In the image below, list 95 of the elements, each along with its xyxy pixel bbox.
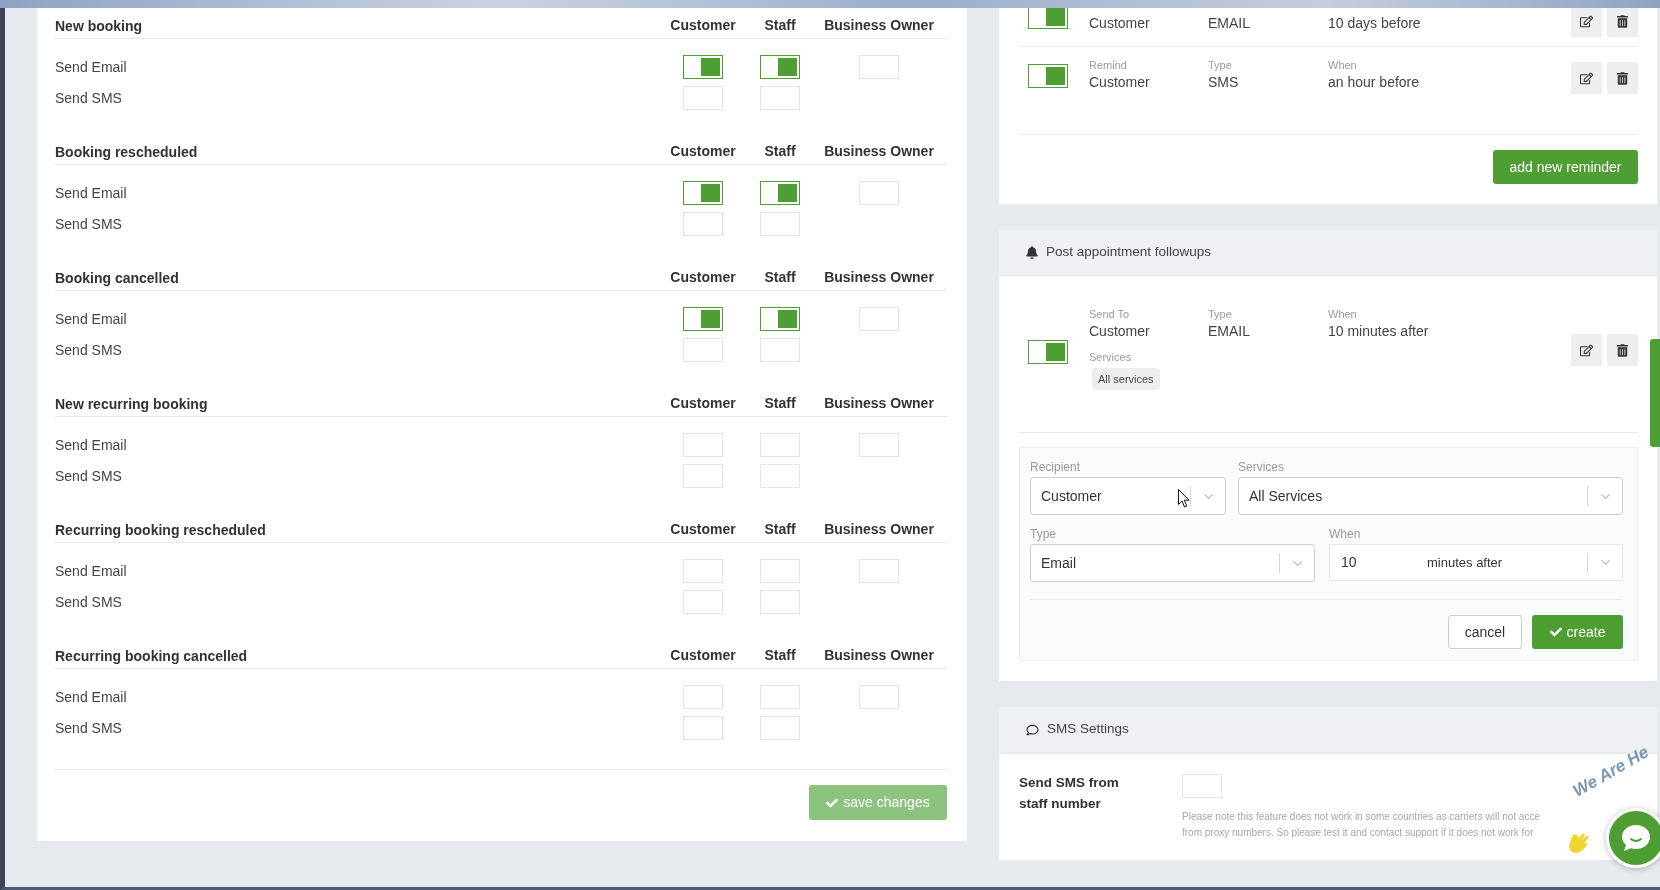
bell-icon: [1026, 246, 1038, 259]
row-label: Send Email: [55, 689, 127, 705]
edit-button[interactable]: [1571, 8, 1602, 37]
delete-button[interactable]: [1607, 8, 1638, 37]
row-label: Send Email: [55, 185, 127, 201]
recipient-select[interactable]: Customer: [1030, 477, 1226, 515]
setting-label: Send SMS from staff number: [1019, 774, 1120, 813]
column-header: Customer: [670, 394, 736, 413]
service-tag: All services: [1092, 368, 1160, 390]
toggle-switch[interactable]: [1028, 8, 1068, 29]
field-label: Recipient: [1030, 460, 1081, 474]
toggle-switch[interactable]: [683, 55, 723, 79]
field-label: When: [1328, 308, 1357, 321]
field-value: 10 minutes after: [1328, 323, 1429, 340]
toggle-switch[interactable]: [760, 307, 800, 331]
row-label: Send Email: [55, 59, 127, 75]
row-label: Send SMS: [55, 468, 122, 484]
edit-icon: [1580, 71, 1593, 85]
column-header: Customer: [670, 520, 736, 539]
column-header: Staff: [764, 142, 796, 161]
column-header: Staff: [764, 646, 796, 665]
delete-button[interactable]: [1607, 334, 1638, 366]
edit-icon: [1580, 14, 1593, 28]
chat-bubble-icon: [1621, 824, 1651, 852]
column-header: Customer: [670, 142, 736, 161]
check-icon: [1549, 626, 1562, 638]
field-value: SMS: [1208, 74, 1239, 91]
column-header: Business Owner: [824, 646, 934, 665]
section-title: Recurring booking cancelled: [55, 647, 248, 664]
delete-button[interactable]: [1607, 62, 1638, 94]
chat-button[interactable]: [1606, 808, 1660, 868]
section-title: Booking cancelled: [55, 269, 179, 286]
field-label: Services: [1238, 460, 1284, 474]
toggle-switch[interactable]: [1028, 340, 1068, 364]
column-header: Business Owner: [824, 268, 934, 287]
column-header: Staff: [764, 16, 796, 35]
field-label: Services: [1089, 351, 1132, 364]
section-title: New recurring booking: [55, 395, 208, 412]
column-header: Business Owner: [824, 520, 934, 539]
row-label: Send Email: [55, 311, 127, 327]
column-header: Customer: [670, 16, 736, 35]
panel-title: Post appointment followups: [1046, 243, 1212, 262]
field-label: Send To: [1089, 308, 1130, 321]
column-header: Business Owner: [824, 394, 934, 413]
column-header: Business Owner: [824, 16, 934, 35]
section-title: Booking rescheduled: [55, 143, 198, 160]
toggle-switch[interactable]: [683, 307, 723, 331]
row-label: Send Email: [55, 563, 127, 579]
field-label: Type: [1208, 59, 1232, 72]
edit-button[interactable]: [1571, 334, 1602, 366]
row-label: Send SMS: [55, 90, 122, 106]
chat-icon: [1026, 723, 1039, 736]
field-value: an hour before: [1328, 74, 1420, 91]
check-icon: [826, 796, 839, 809]
field-value: 10 days before: [1328, 15, 1421, 32]
chat-caption: We Are He: [1568, 741, 1653, 803]
trash-icon: [1617, 343, 1628, 357]
services-select[interactable]: All Services: [1238, 477, 1623, 515]
side-tab[interactable]: [1650, 339, 1660, 447]
edit-icon: [1580, 343, 1593, 357]
column-header: Business Owner: [824, 142, 934, 161]
row-label: Send SMS: [55, 216, 122, 232]
toggle-switch[interactable]: [683, 181, 723, 205]
panel-title: SMS Settings: [1047, 720, 1129, 739]
field-label: Remind: [1089, 59, 1127, 72]
row-label: Send SMS: [55, 720, 122, 736]
row-label: Send Email: [55, 437, 127, 453]
row-label: Send SMS: [55, 594, 122, 610]
field-label: When: [1328, 59, 1357, 72]
toggle-switch[interactable]: [1028, 64, 1068, 88]
column-header: Staff: [764, 394, 796, 413]
field-label: Type: [1030, 527, 1056, 541]
section-title: New booking: [55, 17, 143, 34]
field-value: Customer: [1089, 323, 1150, 340]
field-value: Customer: [1089, 74, 1150, 91]
section-title: Recurring booking rescheduled: [55, 521, 266, 538]
trash-icon: [1617, 71, 1628, 85]
column-header: Staff: [764, 268, 796, 287]
cursor-icon: [1178, 489, 1190, 508]
column-header: Staff: [764, 520, 796, 539]
trash-icon: [1617, 14, 1628, 28]
column-header: Customer: [670, 646, 736, 665]
field-label: When: [1329, 527, 1361, 541]
field-value: Customer: [1089, 15, 1150, 32]
edit-button[interactable]: [1571, 62, 1602, 94]
column-header: Customer: [670, 268, 736, 287]
field-value: EMAIL: [1208, 323, 1250, 340]
field-label: Type: [1208, 308, 1232, 321]
toggle-switch[interactable]: [760, 181, 800, 205]
note-text: Please note this feature does not work in some countries as carriers will not acce from proxy numbers. So please test it and contact support if it does not work for: [1182, 810, 1540, 840]
cancel-button[interactable]: cancel: [1448, 615, 1522, 649]
field-value: EMAIL: [1208, 15, 1250, 32]
type-select[interactable]: Email: [1030, 544, 1315, 582]
toggle-switch[interactable]: [760, 55, 800, 79]
row-label: Send SMS: [55, 342, 122, 358]
